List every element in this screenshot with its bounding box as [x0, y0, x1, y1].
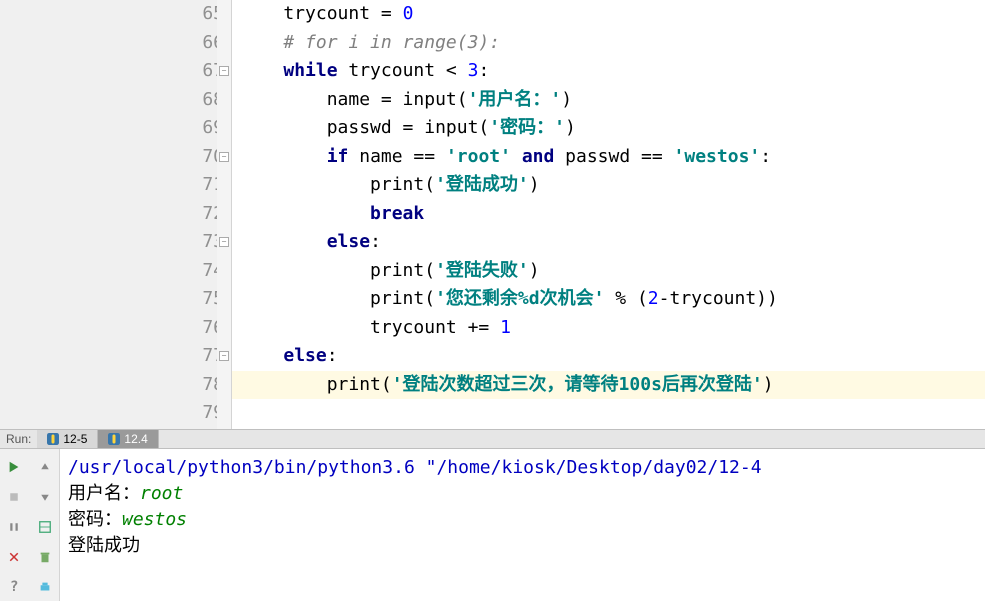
code-area[interactable]: trycount = 0 # for i in range(3): while …: [232, 0, 985, 429]
close-button[interactable]: [3, 546, 25, 568]
fold-column: − − − −: [217, 0, 231, 429]
code-line[interactable]: break: [240, 200, 985, 229]
stop-button[interactable]: [3, 486, 25, 508]
fold-toggle[interactable]: −: [219, 237, 229, 247]
console-line: 密码：westos: [68, 507, 977, 533]
code-line[interactable]: if name == 'root' and passwd == 'westos'…: [240, 143, 985, 172]
run-tab[interactable]: 12.4: [98, 430, 158, 448]
help-button[interactable]: ?: [3, 576, 25, 598]
code-editor[interactable]: 656667686970717273747576777879 −−−− tryc…: [0, 0, 985, 429]
fold-toggle[interactable]: −: [219, 152, 229, 162]
print-button[interactable]: [34, 576, 56, 598]
code-line[interactable]: trycount += 1: [240, 314, 985, 343]
fold-toggle[interactable]: −: [219, 66, 229, 76]
code-line[interactable]: else:: [240, 228, 985, 257]
rerun-button[interactable]: [3, 456, 25, 478]
run-tab[interactable]: 12-5: [37, 430, 98, 448]
code-line[interactable]: name = input('用户名：'): [240, 86, 985, 115]
fold-toggle[interactable]: −: [219, 351, 229, 361]
run-label: Run:: [0, 432, 37, 446]
code-line[interactable]: # for i in range(3):: [240, 29, 985, 58]
console-toolbar: ?: [0, 449, 60, 601]
code-line[interactable]: else:: [240, 342, 985, 371]
code-line[interactable]: print('登陆次数超过三次，请等待100s后再次登陆'): [240, 371, 985, 400]
pause-button[interactable]: [3, 516, 25, 538]
down-button[interactable]: [34, 486, 56, 508]
code-line[interactable]: trycount = 0: [240, 0, 985, 29]
console-line: 登陆成功: [68, 533, 977, 559]
gutter: 656667686970717273747576777879 −−−−: [0, 0, 232, 429]
code-line[interactable]: print('登陆失败'): [240, 257, 985, 286]
code-line[interactable]: print('登陆成功'): [240, 171, 985, 200]
layout-button[interactable]: [34, 516, 56, 538]
console-line: 用户名：root: [68, 481, 977, 507]
code-line[interactable]: passwd = input('密码：'): [240, 114, 985, 143]
code-line[interactable]: print('您还剩余%d次机会' % (2-trycount)): [240, 285, 985, 314]
up-button[interactable]: [34, 456, 56, 478]
trash-button[interactable]: [34, 546, 56, 568]
run-tool-bar: Run: 12-512.4: [0, 429, 985, 449]
code-line[interactable]: while trycount < 3:: [240, 57, 985, 86]
console-output[interactable]: /usr/local/python3/bin/python3.6 "/home/…: [60, 449, 985, 601]
console-line: /usr/local/python3/bin/python3.6 "/home/…: [68, 455, 977, 481]
code-line[interactable]: [240, 399, 985, 428]
run-console: ? /usr/local/python3/bin/python3.6 "/hom…: [0, 449, 985, 601]
